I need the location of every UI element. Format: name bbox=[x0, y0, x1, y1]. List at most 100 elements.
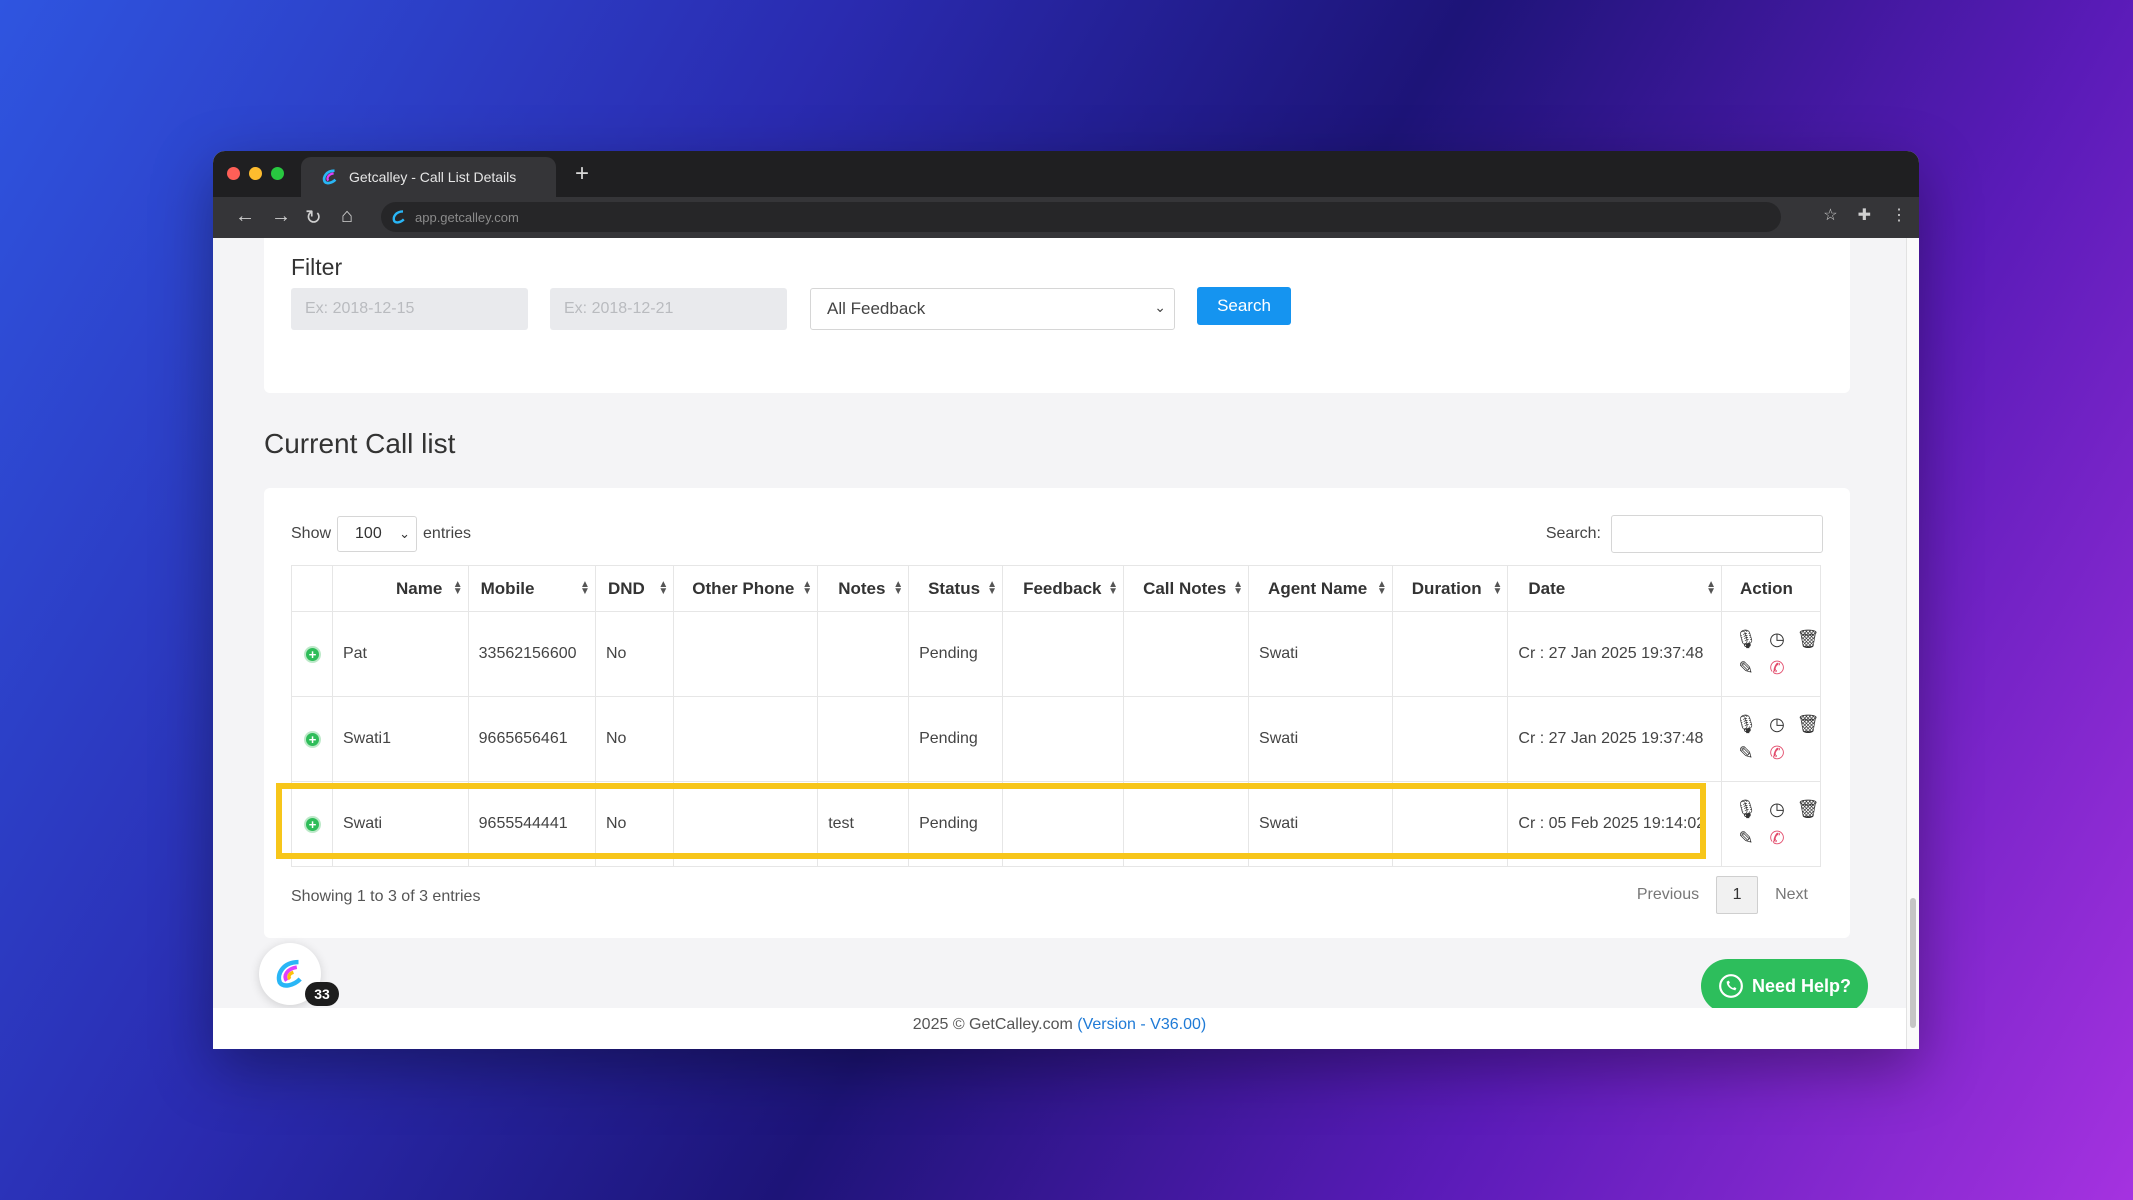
feedback-select-value: All Feedback bbox=[827, 299, 926, 318]
microphone-icon[interactable]: 🎙 bbox=[1734, 799, 1758, 820]
vertical-scrollbar[interactable] bbox=[1906, 238, 1919, 1049]
column-header-duration[interactable]: Duration ▲ ▼ bbox=[1391, 565, 1509, 612]
expand-plus-icon[interactable]: + bbox=[304, 730, 321, 748]
cell-name: Pat bbox=[331, 611, 469, 697]
sort-icon[interactable]: ▲ ▼ bbox=[1493, 580, 1503, 597]
row-expand-cell[interactable]: + bbox=[291, 611, 333, 697]
phone-call-icon[interactable]: ✆ bbox=[1765, 743, 1789, 764]
table-search: Search: bbox=[1546, 515, 1823, 553]
filter-title: Filter bbox=[291, 254, 343, 280]
trash-icon[interactable]: 🗑 bbox=[1796, 629, 1820, 650]
column-header-name[interactable]: Name ▲ ▼ bbox=[331, 565, 469, 612]
sort-icon[interactable]: ▲ ▼ bbox=[658, 580, 668, 597]
column-header-date[interactable]: Date ▲ ▼ bbox=[1507, 565, 1722, 612]
trash-icon[interactable]: 🗑 bbox=[1796, 799, 1820, 820]
column-header-mobile[interactable]: Mobile ▲ ▼ bbox=[467, 565, 596, 612]
sort-icon[interactable]: ▲ ▼ bbox=[1108, 580, 1118, 597]
close-window-button[interactable] bbox=[227, 167, 240, 180]
next-page-button[interactable]: Next bbox=[1760, 886, 1823, 904]
cell-mobile: 33562156600 bbox=[467, 611, 596, 697]
sort-icon[interactable]: ▲ ▼ bbox=[802, 580, 812, 597]
expand-plus-icon[interactable]: + bbox=[304, 645, 321, 663]
browser-menu-icon[interactable]: ⋮ bbox=[1891, 205, 1907, 225]
edit-icon[interactable]: ✎ bbox=[1734, 658, 1758, 679]
clock-icon[interactable]: ◷ bbox=[1765, 714, 1789, 735]
entries-select-value: 100 bbox=[355, 525, 382, 542]
from-date-input[interactable] bbox=[291, 288, 528, 330]
entries-select[interactable]: 100 ⌄ bbox=[337, 516, 418, 552]
home-icon[interactable]: ⌂ bbox=[341, 205, 353, 228]
table-row: + Pat 33562156600 No Pending Swati Cr : … bbox=[291, 611, 1821, 697]
sort-icon[interactable]: ▲ ▼ bbox=[1377, 580, 1387, 597]
footer: 2025 © GetCalley.com (Version - V36.00) bbox=[213, 1008, 1906, 1049]
sort-icon[interactable]: ▲ ▼ bbox=[1706, 580, 1716, 597]
cell-duration bbox=[1391, 781, 1509, 867]
phone-call-icon[interactable]: ✆ bbox=[1765, 828, 1789, 849]
minimize-window-button[interactable] bbox=[249, 167, 262, 180]
site-favicon-icon bbox=[392, 210, 405, 224]
column-header-notes[interactable]: Notes ▲ ▼ bbox=[817, 565, 910, 612]
cell-date: Cr : 27 Jan 2025 19:37:48 bbox=[1507, 611, 1722, 697]
column-header-other-phone[interactable]: Other Phone ▲ ▼ bbox=[673, 565, 819, 612]
sort-icon[interactable]: ▲ ▼ bbox=[580, 580, 590, 597]
column-header-call-notes[interactable]: Call Notes ▲ ▼ bbox=[1123, 565, 1250, 612]
trash-icon[interactable]: 🗑 bbox=[1796, 714, 1820, 735]
sort-icon[interactable]: ▲ ▼ bbox=[893, 580, 903, 597]
address-bar[interactable]: app.getcalley.com bbox=[381, 202, 1781, 232]
previous-page-button[interactable]: Previous bbox=[1622, 886, 1714, 904]
table-row: + Swati1 9665656461 No Pending Swati Cr … bbox=[291, 696, 1821, 782]
cell-dnd: No bbox=[594, 611, 675, 697]
to-date-input[interactable] bbox=[550, 288, 787, 330]
table-row: + Swati 9655544441 No test Pending Swati… bbox=[291, 781, 1821, 867]
showing-entries-text: Showing 1 to 3 of 3 entries bbox=[291, 888, 481, 905]
search-button[interactable]: Search bbox=[1197, 287, 1291, 325]
sort-icon[interactable]: ▲ ▼ bbox=[453, 580, 463, 597]
cell-notes bbox=[817, 696, 910, 782]
clock-icon[interactable]: ◷ bbox=[1765, 629, 1789, 650]
edit-icon[interactable]: ✎ bbox=[1734, 828, 1758, 849]
maximize-window-button[interactable] bbox=[271, 167, 284, 180]
new-tab-button[interactable]: + bbox=[575, 160, 589, 188]
tab-title: Getcalley - Call List Details bbox=[349, 169, 517, 185]
need-help-button[interactable]: Need Help? bbox=[1701, 959, 1868, 1013]
browser-window: Getcalley - Call List Details + ← → ↻ ⌂ … bbox=[213, 151, 1919, 1049]
column-header-agent-name[interactable]: Agent Name ▲ ▼ bbox=[1248, 565, 1393, 612]
row-expand-cell[interactable]: + bbox=[291, 696, 333, 782]
sort-icon[interactable]: ▲ ▼ bbox=[1233, 580, 1243, 597]
column-header-dnd[interactable]: DND ▲ ▼ bbox=[594, 565, 675, 612]
url-text: app.getcalley.com bbox=[415, 209, 519, 225]
table-header-row: Name ▲ ▼ Mobile ▲ ▼ DND ▲ ▼ Other Phone ▲ ▼ Note… bbox=[291, 565, 1821, 612]
back-arrow-icon[interactable]: ← bbox=[235, 205, 255, 228]
extensions-icon[interactable]: ✚ bbox=[1858, 205, 1871, 225]
cell-status: Pending bbox=[908, 611, 1004, 697]
cell-feedback bbox=[1002, 611, 1125, 697]
footer-version-link[interactable]: (Version - V36.00) bbox=[1077, 1016, 1206, 1033]
cell-agent-name: Swati bbox=[1248, 611, 1393, 697]
column-header-feedback[interactable]: Feedback ▲ ▼ bbox=[1002, 565, 1125, 612]
browser-tab[interactable]: Getcalley - Call List Details bbox=[301, 157, 556, 197]
whatsapp-icon bbox=[1719, 974, 1743, 998]
sort-icon[interactable]: ▲ ▼ bbox=[987, 580, 997, 597]
pagination: Previous 1 Next bbox=[1622, 876, 1823, 914]
microphone-icon[interactable]: 🎙 bbox=[1734, 714, 1758, 735]
cell-mobile: 9655544441 bbox=[467, 781, 596, 867]
current-page-button[interactable]: 1 bbox=[1716, 876, 1759, 914]
microphone-icon[interactable]: 🎙 bbox=[1734, 629, 1758, 650]
feedback-select[interactable]: All Feedback ⌄ bbox=[810, 288, 1175, 330]
edit-icon[interactable]: ✎ bbox=[1734, 743, 1758, 764]
cell-date: Cr : 27 Jan 2025 19:37:48 bbox=[1507, 696, 1722, 782]
bookmark-star-icon[interactable]: ☆ bbox=[1823, 205, 1837, 225]
expand-plus-icon[interactable]: + bbox=[304, 815, 321, 833]
cell-call-notes bbox=[1123, 781, 1250, 867]
row-expand-cell[interactable]: + bbox=[291, 781, 333, 867]
scrollbar-thumb[interactable] bbox=[1910, 898, 1916, 1028]
clock-icon[interactable]: ◷ bbox=[1765, 799, 1789, 820]
cell-dnd: No bbox=[594, 781, 675, 867]
reload-icon[interactable]: ↻ bbox=[305, 205, 322, 230]
column-header-status[interactable]: Status ▲ ▼ bbox=[908, 565, 1004, 612]
forward-arrow-icon[interactable]: → bbox=[271, 205, 291, 228]
cell-status: Pending bbox=[908, 781, 1004, 867]
phone-call-icon[interactable]: ✆ bbox=[1765, 658, 1789, 679]
cell-date: Cr : 05 Feb 2025 19:14:02 bbox=[1507, 781, 1722, 867]
table-search-input[interactable] bbox=[1611, 515, 1823, 553]
